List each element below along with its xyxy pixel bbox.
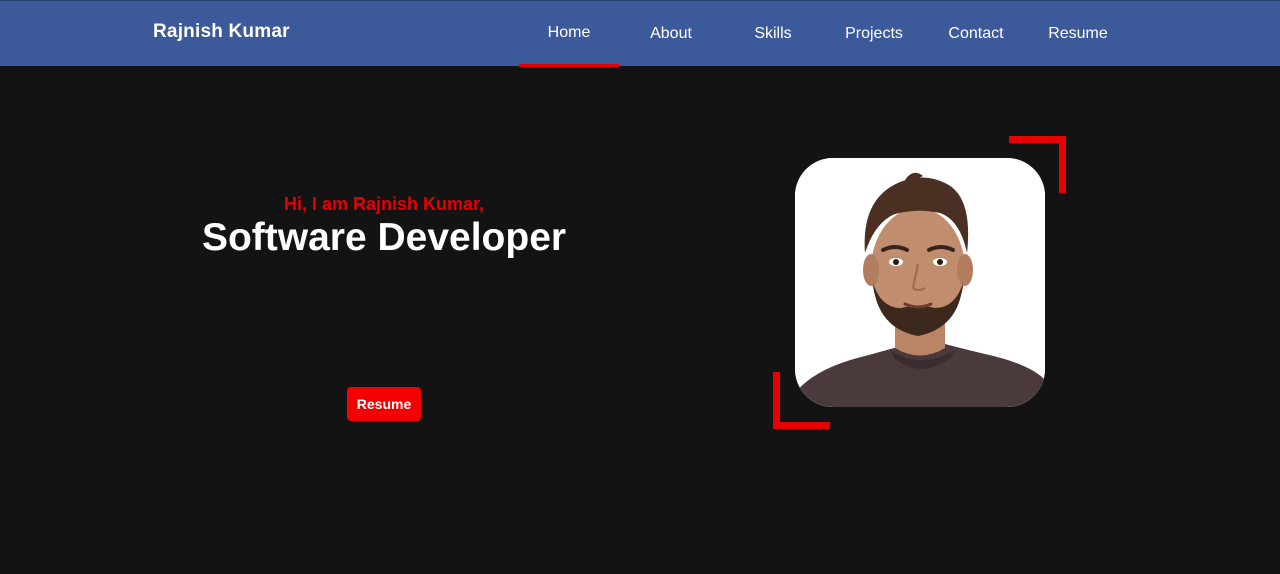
nav-item-skills[interactable]: Skills	[723, 1, 823, 67]
nav-item-label: Projects	[845, 25, 903, 42]
nav-item-label: About	[650, 25, 692, 42]
nav-item-about[interactable]: About	[621, 1, 721, 67]
nav-item-home[interactable]: Home	[519, 1, 619, 67]
nav-item-label: Contact	[948, 25, 1004, 42]
brand-name[interactable]: Rajnish Kumar	[153, 21, 290, 43]
nav-item-label: Home	[547, 24, 591, 41]
hero-title: Software Developer	[201, 216, 567, 259]
nav-item-projects[interactable]: Projects	[824, 1, 924, 67]
nav-item-label: Resume	[1048, 25, 1108, 42]
nav-item-resume[interactable]: Resume	[1028, 1, 1128, 67]
navbar: Rajnish Kumar Home About Skills Projects…	[0, 0, 1280, 67]
nav-item-contact[interactable]: Contact	[926, 1, 1026, 67]
resume-button[interactable]: Resume	[347, 387, 421, 421]
hero-greeting: Hi, I am Rajnish Kumar,	[283, 194, 485, 214]
profile-photo-illustration	[795, 158, 1045, 407]
profile-photo	[795, 158, 1045, 407]
nav-item-label: Skills	[754, 25, 792, 42]
